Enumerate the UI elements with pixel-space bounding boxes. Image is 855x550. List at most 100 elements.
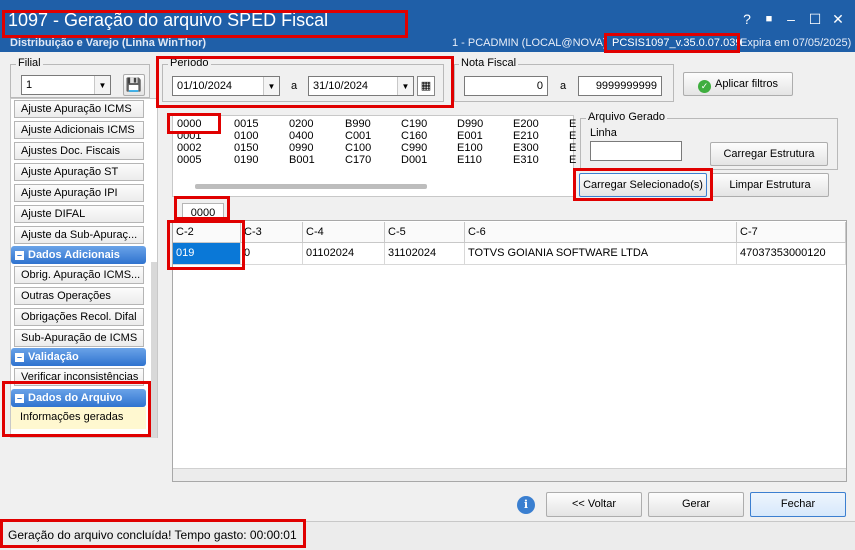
structure-code[interactable]: C190 bbox=[401, 118, 427, 130]
chevron-down-icon: ▼ bbox=[397, 77, 413, 95]
periodo-end-field[interactable]: 31/10/2024 ▼ bbox=[308, 76, 414, 96]
structure-code[interactable]: E200 bbox=[513, 118, 539, 130]
sidebar-item-ajuste-apuracao-st[interactable]: Ajuste Apuração ST bbox=[14, 163, 144, 181]
chevron-down-icon: ▼ bbox=[263, 77, 279, 95]
structure-code[interactable]: C160 bbox=[401, 130, 427, 142]
structure-code[interactable]: E110 bbox=[457, 154, 482, 166]
structure-code[interactable]: 0005 bbox=[177, 154, 201, 166]
column-header-c6[interactable]: C-6 bbox=[465, 222, 737, 243]
structure-code[interactable]: C990 bbox=[401, 142, 427, 154]
table-cell-c4[interactable]: 01102024 bbox=[303, 243, 385, 265]
structure-code[interactable]: C100 bbox=[345, 142, 371, 154]
voltar-button[interactable]: << Voltar bbox=[546, 492, 642, 517]
sidebar-item-obrig-apuracao-icms[interactable]: Obrig. Apuração ICMS... bbox=[14, 266, 144, 284]
linha-input[interactable] bbox=[590, 141, 682, 161]
structure-code[interactable]: C170 bbox=[345, 154, 371, 166]
info-icon[interactable]: i bbox=[517, 496, 535, 514]
nota-fiscal-label: Nota Fiscal bbox=[459, 57, 519, 69]
structure-code[interactable]: E bbox=[569, 154, 576, 166]
window-subtitle: Distribuição e Varejo (Linha WinThor) bbox=[10, 37, 207, 49]
structure-code[interactable]: 0190 bbox=[234, 154, 258, 166]
sidebar-item-outras-operacoes[interactable]: Outras Operações bbox=[14, 287, 144, 305]
calendar-icon[interactable]: ▦ bbox=[417, 76, 435, 96]
minimize-icon[interactable]: – bbox=[782, 10, 800, 28]
structure-code[interactable]: B990 bbox=[345, 118, 371, 130]
sidebar-item-ajustes-doc-fiscais[interactable]: Ajustes Doc. Fiscais bbox=[14, 142, 144, 160]
structure-code[interactable]: E bbox=[569, 118, 576, 130]
structure-code[interactable]: E001 bbox=[457, 130, 483, 142]
save-icon[interactable]: 💾 bbox=[123, 74, 145, 96]
structure-code[interactable]: D990 bbox=[457, 118, 483, 130]
periodo-start-field[interactable]: 01/10/2024 ▼ bbox=[172, 76, 280, 96]
structure-code[interactable]: E bbox=[569, 142, 576, 154]
section-dados-adicionais[interactable]: – Dados Adicionais bbox=[11, 246, 146, 264]
periodo-start-value: 01/10/2024 bbox=[177, 80, 233, 92]
structure-code[interactable]: 0200 bbox=[289, 118, 313, 130]
sidebar-item-obrigacoes-recol-difal[interactable]: Obrigações Recol. Difal bbox=[14, 308, 144, 326]
status-text: Geração do arquivo concluída! Tempo gast… bbox=[8, 528, 297, 542]
horizontal-scrollbar[interactable] bbox=[195, 184, 427, 189]
structure-code[interactable]: D001 bbox=[401, 154, 427, 166]
column-header-c4[interactable]: C-4 bbox=[303, 222, 385, 243]
aplicar-filtros-label: Aplicar filtros bbox=[715, 78, 778, 90]
sidebar-scrollbar[interactable] bbox=[151, 262, 157, 438]
section-dados-do-arquivo-label: Dados do Arquivo bbox=[28, 392, 123, 404]
sidebar-item-verificar-inconsistencias[interactable]: Verificar inconsistências bbox=[14, 368, 144, 386]
maximize-icon[interactable]: ☐ bbox=[806, 10, 824, 28]
close-icon[interactable]: ✕ bbox=[829, 10, 847, 28]
sidebar-item-informacoes-geradas[interactable]: Informações geradas bbox=[20, 411, 123, 423]
column-header-c7[interactable]: C-7 bbox=[737, 222, 846, 243]
sidebar-item-ajuste-difal[interactable]: Ajuste DIFAL bbox=[14, 205, 144, 223]
filial-select[interactable]: 1 ▼ bbox=[21, 75, 111, 95]
structure-code[interactable]: E100 bbox=[457, 142, 483, 154]
sidebar-item-ajuste-sub-apuracao[interactable]: Ajuste da Sub-Apuraç... bbox=[14, 226, 144, 244]
filial-value: 1 bbox=[26, 79, 33, 91]
structure-code[interactable]: 0002 bbox=[177, 142, 201, 154]
structure-code[interactable]: E310 bbox=[513, 154, 539, 166]
nota-fiscal-start-field[interactable]: 0 bbox=[464, 76, 548, 96]
table-cell-c6[interactable]: TOTVS GOIANIA SOFTWARE LTDA bbox=[465, 243, 737, 265]
structure-code[interactable]: E bbox=[569, 130, 576, 142]
sidebar-item-ajuste-adicionais-icms[interactable]: Ajuste Adicionais ICMS bbox=[14, 121, 144, 139]
aplicar-filtros-button[interactable]: ✓ Aplicar filtros bbox=[683, 72, 793, 96]
table-scrollbar[interactable] bbox=[173, 468, 846, 481]
linha-label: Linha bbox=[590, 127, 617, 139]
table-cell-c7[interactable]: 47037353000120 bbox=[737, 243, 846, 265]
structure-code[interactable]: 0150 bbox=[234, 142, 258, 154]
column-header-c5[interactable]: C-5 bbox=[385, 222, 465, 243]
structure-code[interactable]: C001 bbox=[345, 130, 371, 142]
table-cell-c5[interactable]: 31102024 bbox=[385, 243, 465, 265]
sidebar-item-ajuste-apuracao-icms[interactable]: Ajuste Apuração ICMS bbox=[14, 100, 144, 118]
sidebar-item-sub-apuracao-icms[interactable]: Sub-Apuração de ICMS bbox=[14, 329, 144, 347]
fechar-button[interactable]: Fechar bbox=[750, 492, 846, 517]
column-header-c2[interactable]: C-2 bbox=[173, 222, 241, 243]
structure-code[interactable]: 0015 bbox=[234, 118, 258, 130]
periodo-label: Período bbox=[168, 57, 211, 69]
filial-label: Filial bbox=[16, 57, 43, 69]
section-dados-do-arquivo[interactable]: – Dados do Arquivo bbox=[11, 389, 146, 407]
table-cell-c3[interactable]: 0 bbox=[241, 243, 303, 265]
version-label: PCSIS1097_v.35.0.07.039 bbox=[612, 37, 742, 49]
structure-code[interactable]: 0990 bbox=[289, 142, 313, 154]
tab-0000[interactable]: 0000 bbox=[182, 203, 224, 221]
limpar-estrutura-button[interactable]: Limpar Estrutura bbox=[711, 173, 829, 197]
structure-code[interactable]: 0000 bbox=[177, 118, 201, 130]
gerar-button[interactable]: Gerar bbox=[648, 492, 744, 517]
nota-fiscal-end-field[interactable]: 9999999999 bbox=[578, 76, 662, 96]
carregar-selecionados-button[interactable]: Carregar Selecionado(s) bbox=[579, 173, 707, 197]
help-icon[interactable]: ? bbox=[738, 10, 756, 28]
column-header-c3[interactable]: C-3 bbox=[241, 222, 303, 243]
carregar-estrutura-button[interactable]: Carregar Estrutura bbox=[710, 142, 828, 166]
structure-code[interactable]: 0400 bbox=[289, 130, 313, 142]
section-validacao[interactable]: – Validação bbox=[11, 348, 146, 366]
resize-icon[interactable]: ■ bbox=[760, 10, 778, 28]
section-dados-adicionais-label: Dados Adicionais bbox=[28, 249, 120, 261]
expiry-label: Expira em 07/05/2025) bbox=[740, 37, 852, 49]
table-cell-c2[interactable]: 019 bbox=[173, 243, 241, 265]
structure-code[interactable]: 0001 bbox=[177, 130, 201, 142]
structure-code[interactable]: E300 bbox=[513, 142, 539, 154]
structure-code[interactable]: 0100 bbox=[234, 130, 258, 142]
sidebar-item-ajuste-apuracao-ipi[interactable]: Ajuste Apuração IPI bbox=[14, 184, 144, 202]
structure-code[interactable]: B001 bbox=[289, 154, 315, 166]
structure-code[interactable]: E210 bbox=[513, 130, 539, 142]
